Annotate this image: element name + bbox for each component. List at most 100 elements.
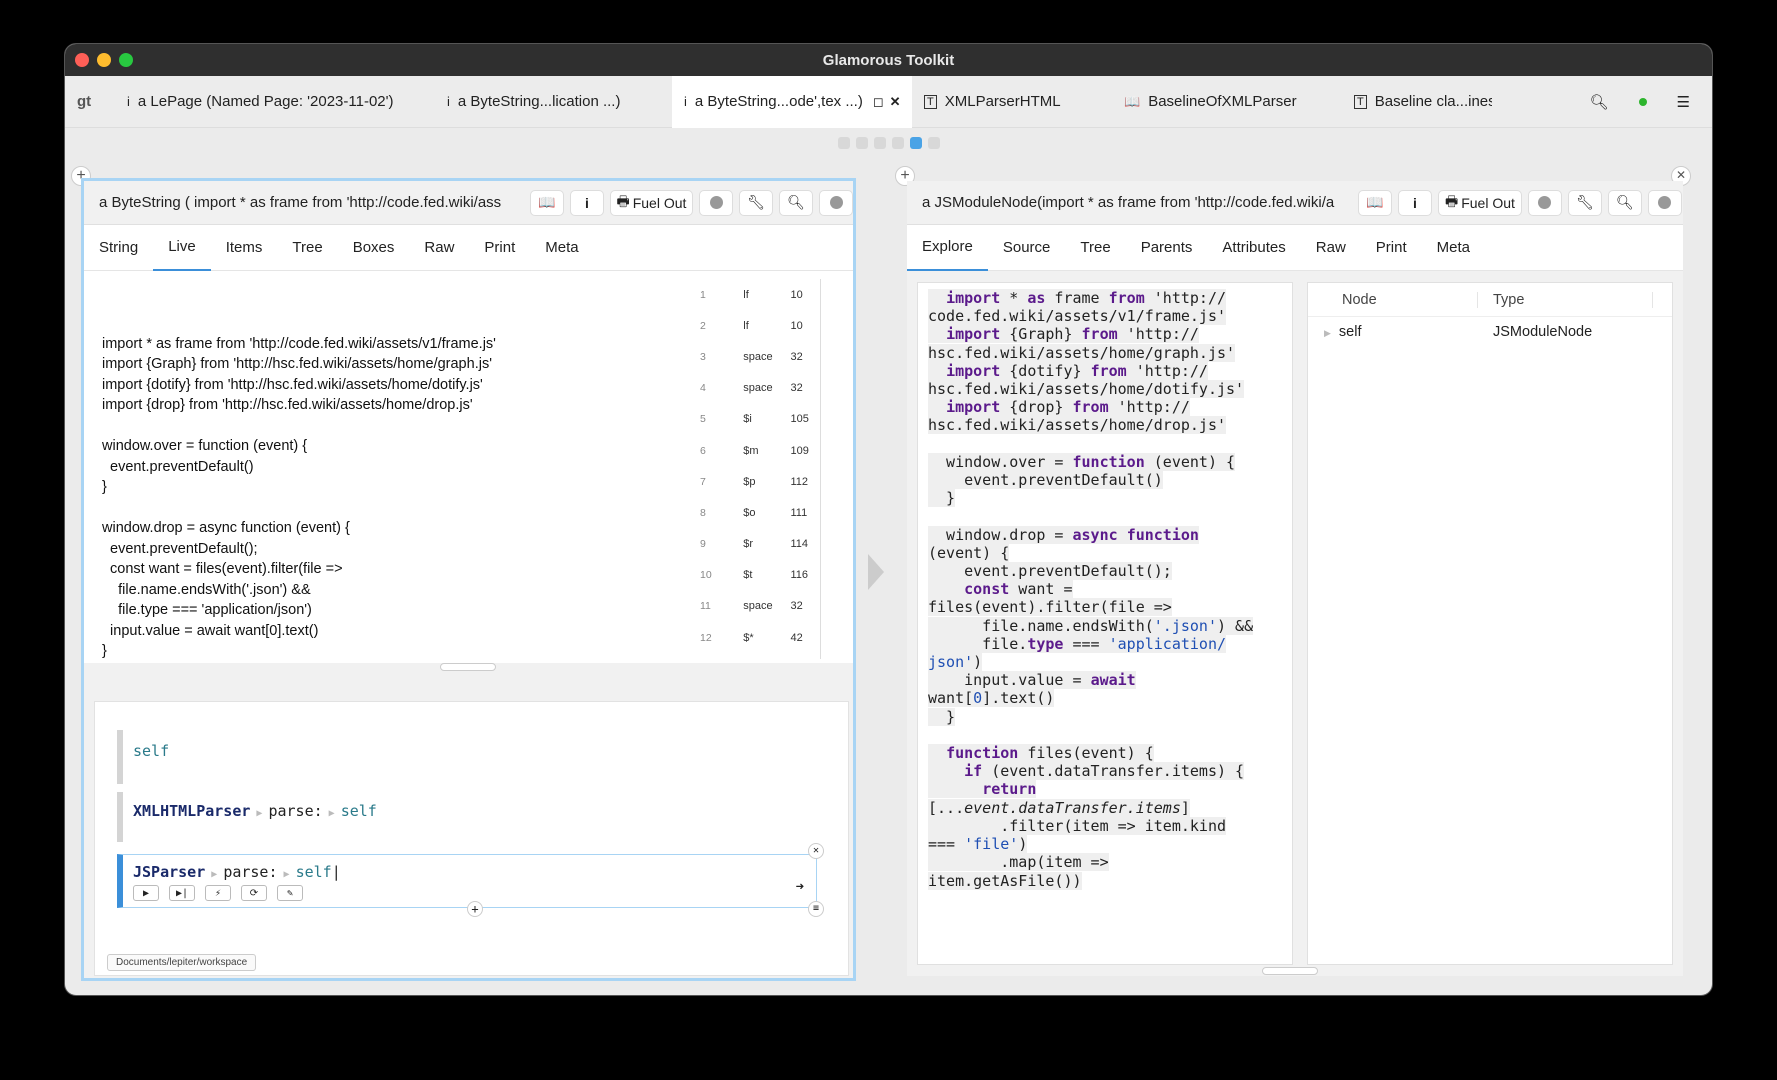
tab-raw[interactable]: Raw (409, 225, 469, 271)
char-row[interactable]: 11 space 32 (700, 591, 820, 622)
edit-icon[interactable]: ✎ (277, 885, 303, 901)
tab-print[interactable]: Print (1361, 225, 1422, 271)
source-code-view[interactable]: import * as frame from 'http:// code.fed… (917, 282, 1293, 965)
tab-print[interactable]: Print (469, 225, 530, 271)
tab-boxes[interactable]: Boxes (338, 225, 410, 271)
search-icon[interactable]: 🔍︎ (1607, 189, 1642, 216)
snippet-2[interactable]: XMLHTMLParser ▶ parse: ▶ self (117, 792, 817, 842)
tab-tree[interactable]: Tree (1065, 225, 1125, 271)
tab-attributes[interactable]: Attributes (1207, 225, 1300, 271)
char-row[interactable]: 10 $t 116 (700, 560, 820, 591)
tab-bar: gt i a LePage (Named Page: '2023-11-02')… (65, 75, 1712, 128)
expand-triangle-icon[interactable]: ▶ (1324, 328, 1331, 338)
splitter-handle[interactable] (440, 663, 496, 671)
page-dot[interactable] (873, 137, 886, 149)
table-row[interactable]: ▶ self JSModuleNode (1308, 317, 1672, 347)
page-dots (65, 137, 1712, 149)
play-icon[interactable]: ▶ (133, 885, 159, 901)
workspace-path[interactable]: Documents/lepiter/workspace (107, 954, 257, 971)
snippet-1[interactable]: self (117, 730, 817, 784)
close-tab-icon[interactable]: ✕ (890, 94, 901, 110)
arrow-right-icon[interactable]: ➜ (796, 879, 804, 895)
wrench-icon[interactable]: 🔧︎ (1567, 189, 1602, 216)
triangle-icon: ▶ (250, 808, 269, 819)
fuel-icon: 🖶 (616, 192, 630, 209)
char-code: 109 (790, 444, 809, 457)
char-index: 7 (700, 475, 706, 488)
tab-label: a LePage (Named Page: '2023-11-02') (137, 93, 394, 110)
tab-parents[interactable]: Parents (1126, 225, 1208, 271)
tab-lepage[interactable]: i a LePage (Named Page: '2023-11-02') (115, 76, 435, 128)
char-row[interactable]: 8 $o 111 (700, 497, 820, 528)
fuel-out-button[interactable]: 🖶 Fuel Out (609, 189, 693, 216)
add-snippet-icon[interactable]: + (467, 901, 483, 917)
maximize-tab-icon[interactable]: ◻ (873, 94, 884, 110)
char-code: 114 (790, 538, 809, 551)
page-dot[interactable] (891, 137, 904, 149)
zoom-window-button[interactable] (119, 53, 133, 67)
tab-xmlparserhtml[interactable]: T XMLParserHTML (912, 76, 1112, 128)
tab-tree[interactable]: Tree (277, 225, 337, 271)
tab-items[interactable]: Items (211, 225, 278, 271)
tab-baseline-class[interactable]: T Baseline cla...ines (1342, 76, 1492, 128)
char-character: lf (743, 319, 749, 332)
profile-icon[interactable]: ⟳ (241, 885, 267, 901)
char-row[interactable]: 12 $* 42 (700, 622, 820, 653)
column-header-type[interactable]: Type (1478, 291, 1653, 308)
char-row[interactable]: 1 lf 10 (700, 279, 820, 310)
snippet-3-active[interactable]: JSParser ▶ parse: ▶ self| ▶ ▶| ⚡ ⟳ ✎ ➜ ✕… (117, 843, 824, 917)
circle-button[interactable] (1527, 189, 1562, 216)
page-dot[interactable] (837, 137, 850, 149)
char-row[interactable]: 3 space 32 (700, 341, 820, 372)
tab-baselineofxmlparser[interactable]: 📖 BaselineOfXMLParser (1112, 76, 1342, 128)
page-dot[interactable] (927, 137, 940, 149)
minimize-window-button[interactable] (97, 53, 111, 67)
char-row[interactable]: 9 $r 114 (700, 529, 820, 560)
class-name: JSParser (133, 863, 206, 881)
circle-button[interactable] (819, 189, 853, 216)
search-icon[interactable]: 🔍︎ (779, 189, 813, 216)
live-text[interactable]: import * as frame from 'http://code.fed.… (102, 313, 496, 662)
tab-meta[interactable]: Meta (530, 225, 593, 271)
book-icon[interactable]: 📖 (529, 189, 564, 216)
page-dot[interactable] (855, 137, 868, 149)
book-icon[interactable]: 📖 (1358, 189, 1392, 216)
wrench-icon[interactable]: 🔧︎ (739, 189, 773, 216)
fuel-out-button[interactable]: 🖶 Fuel Out (1438, 189, 1522, 216)
tab-live[interactable]: Live (153, 225, 211, 271)
page-dot-active[interactable] (909, 137, 922, 149)
close-window-button[interactable] (75, 53, 89, 67)
char-row[interactable]: 6 $m 109 (700, 435, 820, 466)
info-icon[interactable]: i (569, 189, 604, 216)
tab-raw[interactable]: Raw (1301, 225, 1361, 271)
char-code: 32 (790, 382, 803, 395)
menu-icon[interactable]: ≡ (808, 901, 824, 917)
char-row[interactable]: 5 $i 105 (700, 404, 820, 435)
column-header-node[interactable]: Node (1308, 291, 1478, 308)
char-index: 10 (700, 569, 712, 582)
char-row[interactable]: 2 lf 10 (700, 310, 820, 341)
tab-explore[interactable]: Explore (907, 225, 988, 271)
info-icon[interactable]: i (1398, 189, 1432, 216)
tab-bytestring-1[interactable]: i a ByteString...lication ...) (435, 76, 672, 128)
splitter[interactable] (84, 663, 853, 677)
menu-icon[interactable]: ☰ (1677, 93, 1690, 111)
circle-button[interactable] (699, 189, 733, 216)
char-row[interactable]: 7 $p 112 (700, 466, 820, 497)
play-inspect-icon[interactable]: ▶| (169, 885, 195, 901)
tab-source[interactable]: Source (988, 225, 1066, 271)
gt-logo[interactable]: gt (65, 76, 115, 128)
scrollbar[interactable] (820, 279, 821, 659)
close-icon[interactable]: ✕ (808, 843, 824, 859)
tab-string[interactable]: String (84, 225, 153, 271)
circle-button[interactable] (1647, 189, 1682, 216)
debug-icon[interactable]: ⚡ (205, 885, 231, 901)
triangle-icon: ▶ (322, 808, 341, 819)
char-row[interactable]: 4 space 32 (700, 373, 820, 404)
tab-bytestring-active[interactable]: i a ByteString...ode',tex ...) ◻ ✕ (672, 75, 912, 128)
splitter-handle[interactable] (1262, 967, 1318, 975)
search-icon[interactable]: 🔍︎ (1590, 93, 1609, 111)
fuel-icon: 🖶 (1445, 192, 1459, 209)
tab-meta[interactable]: Meta (1422, 225, 1485, 271)
circle-icon (829, 196, 843, 209)
